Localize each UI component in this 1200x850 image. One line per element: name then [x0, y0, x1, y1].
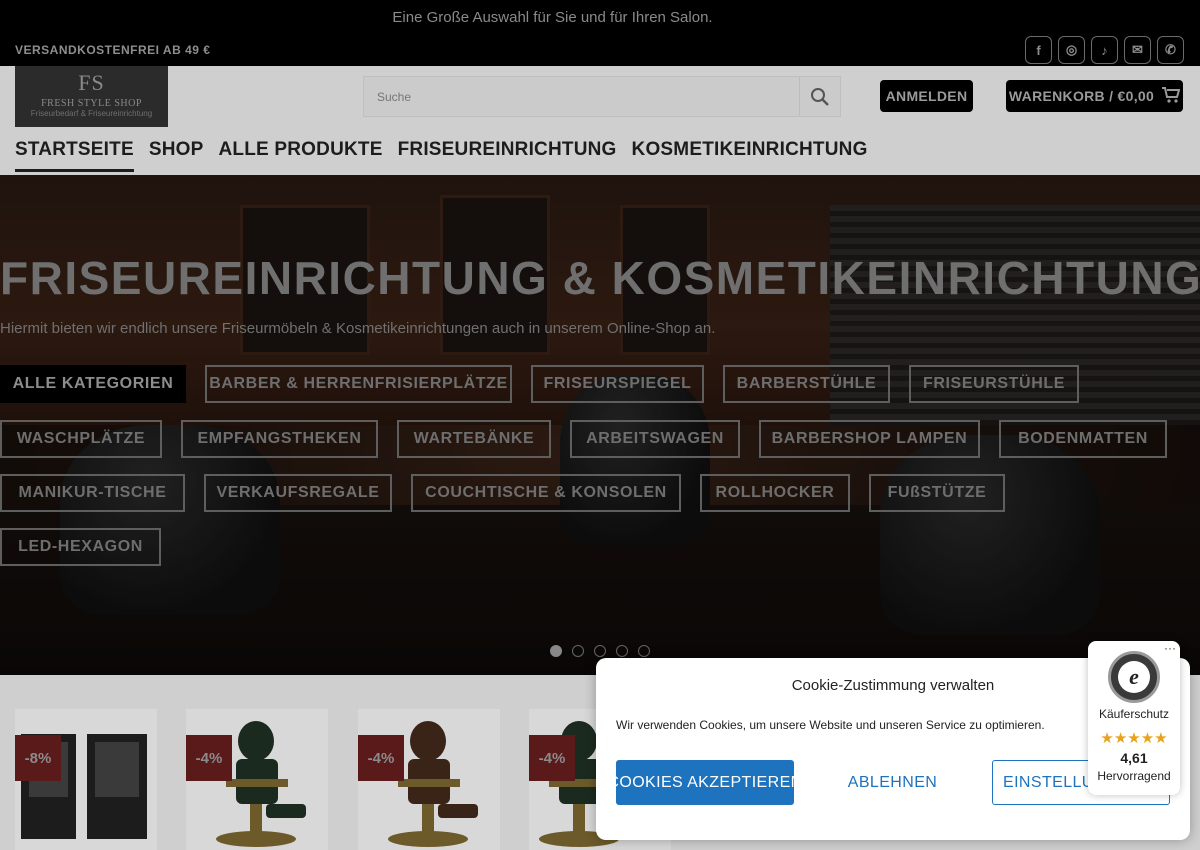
nav-item-startseite[interactable]: STARTSEITE [15, 139, 134, 172]
main-nav: STARTSEITE SHOP ALLE PRODUKTE FRISEUREIN… [15, 139, 883, 172]
deny-cookies-button[interactable]: ABLEHNEN [814, 760, 971, 805]
facebook-icon[interactable]: f [1025, 36, 1052, 64]
search-icon[interactable] [799, 77, 840, 116]
logo-subtitle: Friseurbedarf & Friseureinrichtung [30, 109, 153, 118]
category-barber-herrenfrisierplaetze[interactable]: BARBER & HERRENFRISIERPLÄTZE [205, 365, 512, 403]
accept-cookies-button[interactable]: COOKIES AKZEPTIEREN [607, 760, 802, 805]
category-all[interactable]: ALLE KATEGORIEN [0, 365, 186, 403]
cart-label: WARENKORB / €0,00 [1008, 88, 1155, 104]
category-wartebaenke[interactable]: WARTEBÄNKE [397, 420, 551, 458]
category-waschplaetze[interactable]: WASCHPLÄTZE [0, 420, 162, 458]
top-bar: Eine Große Auswahl für Sie und für Ihren… [0, 0, 1200, 66]
category-arbeitswagen[interactable]: ARBEITSWAGEN [570, 420, 740, 458]
cart-button[interactable]: WARENKORB / €0,00 [1006, 80, 1183, 112]
login-button[interactable]: ANMELDEN [880, 80, 973, 112]
category-bodenmatten[interactable]: BODENMATTEN [999, 420, 1167, 458]
slider-dot[interactable] [550, 645, 562, 657]
cart-icon [1162, 86, 1181, 106]
social-links: f ◎ ♪ ✉ ✆ [1025, 36, 1184, 64]
email-icon[interactable]: ✉ [1124, 36, 1151, 64]
logo-name: FRESH STYLE SHOP [41, 98, 142, 109]
discount-badge: -4% [186, 735, 232, 781]
trust-label: Käuferschutz [1098, 707, 1170, 721]
category-barberstuehle[interactable]: BARBERSTÜHLE [723, 365, 890, 403]
slider-dot[interactable] [594, 645, 606, 657]
category-led-hexagon[interactable]: LED-HEXAGON [0, 528, 161, 566]
instagram-icon[interactable]: ◎ [1058, 36, 1085, 64]
announcement-text: Eine Große Auswahl für Sie und für Ihren… [392, 9, 713, 26]
tiktok-icon[interactable]: ♪ [1091, 36, 1118, 64]
slider-dot[interactable] [638, 645, 650, 657]
category-friseurstuehle[interactable]: FRISEURSTÜHLE [909, 365, 1079, 403]
logo-mark: FS [78, 70, 105, 95]
search-box [363, 76, 841, 117]
product-card[interactable]: -4% [186, 709, 328, 850]
category-barbershop-lampen[interactable]: BARBERSHOP LAMPEN [759, 420, 980, 458]
trusted-shops-badge[interactable]: ··· e Käuferschutz ★★★★★ 4,61 Hervorrage… [1088, 641, 1180, 795]
hero-slider: FRISEUREINRICHTUNG & KOSMETIKEINRICHTUNG… [0, 175, 1200, 675]
phone-icon[interactable]: ✆ [1157, 36, 1184, 64]
discount-badge: -4% [358, 735, 404, 781]
slider-dot[interactable] [616, 645, 628, 657]
category-rollhocker[interactable]: ROLLHOCKER [700, 474, 850, 512]
site-header: FS FRESH STYLE SHOP Friseurbedarf & Fris… [0, 66, 1200, 175]
hero-lead: Hiermit bieten wir endlich unsere Friseu… [0, 320, 716, 337]
rating-score: 4,61 [1120, 750, 1148, 766]
category-couchtische-konsolen[interactable]: COUCHTISCHE & KONSOLEN [411, 474, 681, 512]
nav-item-friseureinrichtung[interactable]: FRISEUREINRICHTUNG [398, 139, 617, 172]
category-verkaufsregale[interactable]: VERKAUFSREGALE [204, 474, 392, 512]
nav-item-shop[interactable]: SHOP [149, 139, 204, 172]
category-empfangstheken[interactable]: EMPFANGSTHEKEN [181, 420, 378, 458]
hero-title: FRISEUREINRICHTUNG & KOSMETIKEINRICHTUNG [0, 252, 1200, 304]
slider-dot[interactable] [572, 645, 584, 657]
search-input[interactable] [364, 77, 800, 116]
more-options-icon[interactable]: ··· [1164, 641, 1176, 655]
rating-stars-icon: ★★★★★ [1100, 730, 1168, 747]
category-friseurspiegel[interactable]: FRISEURSPIEGEL [531, 365, 704, 403]
product-card[interactable]: -8% [15, 709, 157, 850]
nav-item-alle-produkte[interactable]: ALLE PRODUKTE [218, 139, 382, 172]
cookie-text: Wir verwenden Cookies, um unsere Website… [616, 718, 1045, 732]
category-fussstuetze[interactable]: FUßSTÜTZE [869, 474, 1005, 512]
slider-dots [550, 645, 650, 657]
category-manikur-tische[interactable]: MANIKUR-TISCHE [0, 474, 185, 512]
shipping-info: VERSANDKOSTENFREI AB 49 € [15, 43, 211, 57]
product-card[interactable]: -4% [358, 709, 500, 850]
rating-text: Hervorragend [1097, 769, 1171, 783]
trusted-shops-seal-icon: e [1108, 651, 1160, 703]
site-logo[interactable]: FS FRESH STYLE SHOP Friseurbedarf & Fris… [15, 66, 168, 127]
nav-item-kosmetikeinrichtung[interactable]: KOSMETIKEINRICHTUNG [632, 139, 868, 172]
discount-badge: -4% [529, 735, 575, 781]
discount-badge: -8% [15, 735, 61, 781]
